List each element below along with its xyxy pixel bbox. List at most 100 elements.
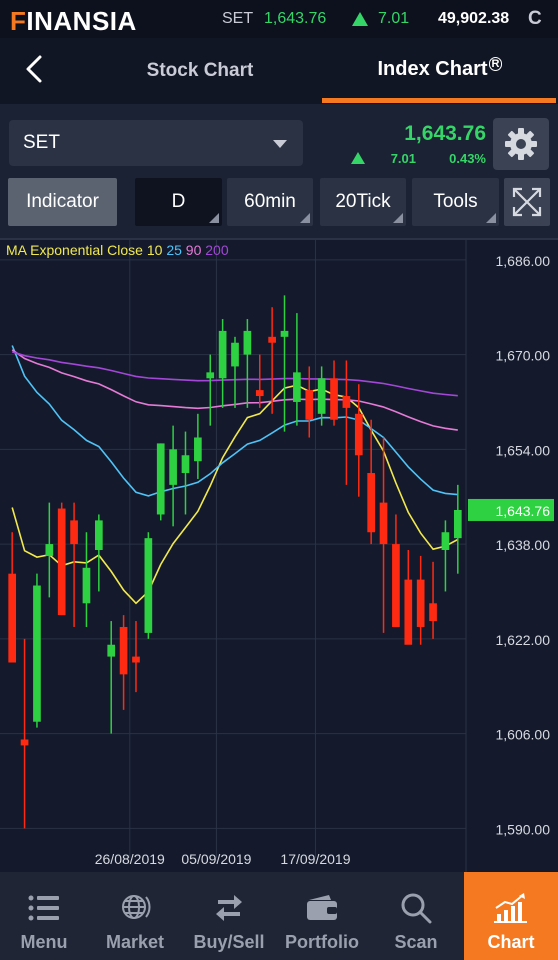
x-tick-label: 26/08/2019 xyxy=(95,851,165,867)
candle-up xyxy=(206,372,215,379)
candle-down xyxy=(330,378,338,420)
candle-up xyxy=(107,644,116,657)
header: Stock Chart Index Chart R xyxy=(0,38,558,104)
tab-index-chart[interactable]: Index Chart R xyxy=(322,57,558,81)
candle-up xyxy=(181,455,190,474)
candle-down xyxy=(342,396,351,408)
index-volume: 49,902.38 xyxy=(438,10,510,27)
index-name: SET xyxy=(222,10,254,27)
ma-legend: MA Exponential Close 10 25 90 200 xyxy=(6,242,229,258)
expand-icon xyxy=(512,187,542,217)
price-change: 7.01 xyxy=(390,151,416,166)
gear-icon xyxy=(505,128,537,160)
y-tick-label: 1,638.00 xyxy=(496,537,551,553)
y-tick-label: 1,686.00 xyxy=(496,253,551,269)
ma-indicator-label: MA Exponential Close xyxy=(6,242,143,258)
chart-toolbar: Indicator D 60min 20Tick Tools xyxy=(0,178,558,228)
expand-button[interactable] xyxy=(504,178,550,226)
candle-down xyxy=(379,502,388,545)
symbol-toolbar: SET 1,643.76 7.01 0.43% Indicator D 60mi… xyxy=(0,104,558,238)
candle-up xyxy=(280,330,289,337)
chart-icon xyxy=(493,892,529,924)
y-tick-label: 1,606.00 xyxy=(496,727,551,743)
status-bar: FINANSIA SET 1,643.76 7.01 49,902.38 C xyxy=(0,0,558,38)
candle-down xyxy=(119,626,128,675)
chevron-down-icon xyxy=(273,140,287,148)
candlestick-chart[interactable]: MA Exponential Close 10 25 90 200 1,686.… xyxy=(0,238,558,872)
candle-down xyxy=(8,573,17,663)
ma-10-line xyxy=(11,384,459,605)
candle-up xyxy=(194,437,202,462)
candle-up xyxy=(156,443,165,515)
x-tick-label: 17/09/2019 xyxy=(280,851,350,867)
candle-up xyxy=(231,342,239,367)
20tick-interval-button[interactable]: 20Tick xyxy=(320,178,406,226)
nav-menu[interactable]: Menu xyxy=(0,872,88,960)
candle-up xyxy=(45,544,54,556)
ma-90-label: 90 xyxy=(185,242,202,258)
nav-scan[interactable]: Scan xyxy=(372,872,460,960)
candle-up xyxy=(95,520,103,550)
candle-down xyxy=(255,390,264,397)
registered-mark: R xyxy=(488,57,503,72)
nav-portfolio[interactable]: Portfolio xyxy=(278,872,366,960)
wallet-icon xyxy=(305,892,339,924)
candle-up xyxy=(441,532,450,550)
candle-down xyxy=(305,390,314,420)
candle-down xyxy=(392,544,400,627)
settings-button[interactable] xyxy=(493,118,549,170)
candle-down xyxy=(268,336,276,343)
last-price: 1,643.76 xyxy=(404,122,486,145)
candle-down xyxy=(354,413,363,456)
tab-stock-chart[interactable]: Stock Chart xyxy=(120,60,280,82)
candle-up xyxy=(169,449,177,485)
nav-chart[interactable]: Chart xyxy=(464,872,558,960)
y-tick-label: 1,670.00 xyxy=(496,348,551,364)
candle-down xyxy=(70,520,78,545)
y-tick-label: 1,654.00 xyxy=(496,442,551,458)
candle-up xyxy=(144,538,153,633)
candle-up xyxy=(82,567,91,604)
magnifier-icon xyxy=(400,892,432,924)
symbol-dropdown[interactable]: SET xyxy=(9,120,303,166)
up-arrow-icon xyxy=(352,12,368,26)
candle-down xyxy=(132,656,140,663)
ma-200-label: 200 xyxy=(205,242,229,258)
candle-up xyxy=(453,509,462,539)
symbol-value: SET xyxy=(23,132,60,153)
index-value: 1,643.76 xyxy=(264,10,327,27)
nav-market[interactable]: Market xyxy=(92,872,178,960)
candle-up xyxy=(33,585,41,722)
candle-down xyxy=(404,579,413,645)
60min-interval-button[interactable]: 60min xyxy=(227,178,313,226)
market-status: C xyxy=(528,8,542,29)
ma-10-label: 10 xyxy=(146,242,163,258)
nav-buy-sell[interactable]: Buy/Sell xyxy=(186,872,272,960)
daily-interval-button[interactable]: D xyxy=(135,178,222,226)
y-tick-label: 1,590.00 xyxy=(496,821,551,837)
swap-icon xyxy=(214,892,244,924)
brand-logo: FINANSIA xyxy=(10,6,137,36)
candle-down xyxy=(416,579,425,627)
chevron-left-icon[interactable] xyxy=(22,54,48,84)
x-tick-label: 05/09/2019 xyxy=(181,851,251,867)
up-arrow-icon xyxy=(351,152,365,164)
globe-icon xyxy=(118,892,152,924)
candle-up xyxy=(317,378,326,414)
last-price-label: 1,643.76 xyxy=(496,503,551,519)
candle-down xyxy=(20,739,29,746)
index-change: 7.01 xyxy=(378,10,410,27)
tools-button[interactable]: Tools xyxy=(412,178,499,226)
candle-up xyxy=(293,372,301,402)
candle-up xyxy=(218,330,227,379)
y-tick-label: 1,622.00 xyxy=(496,632,551,648)
candle-down xyxy=(57,508,66,616)
price-percent: 0.43% xyxy=(449,151,486,166)
candle-down xyxy=(429,603,437,622)
chart-canvas[interactable]: 1,686.00 1,670.00 1,654.00 1,638.00 1,622.00… xyxy=(0,240,558,872)
candle-up xyxy=(243,330,252,355)
bottom-nav: Menu Market Buy/Sell Portfolio Scan Char… xyxy=(0,872,558,960)
ma-25-label: 25 xyxy=(166,242,182,258)
menu-icon xyxy=(28,892,60,924)
indicator-button[interactable]: Indicator xyxy=(8,178,117,226)
